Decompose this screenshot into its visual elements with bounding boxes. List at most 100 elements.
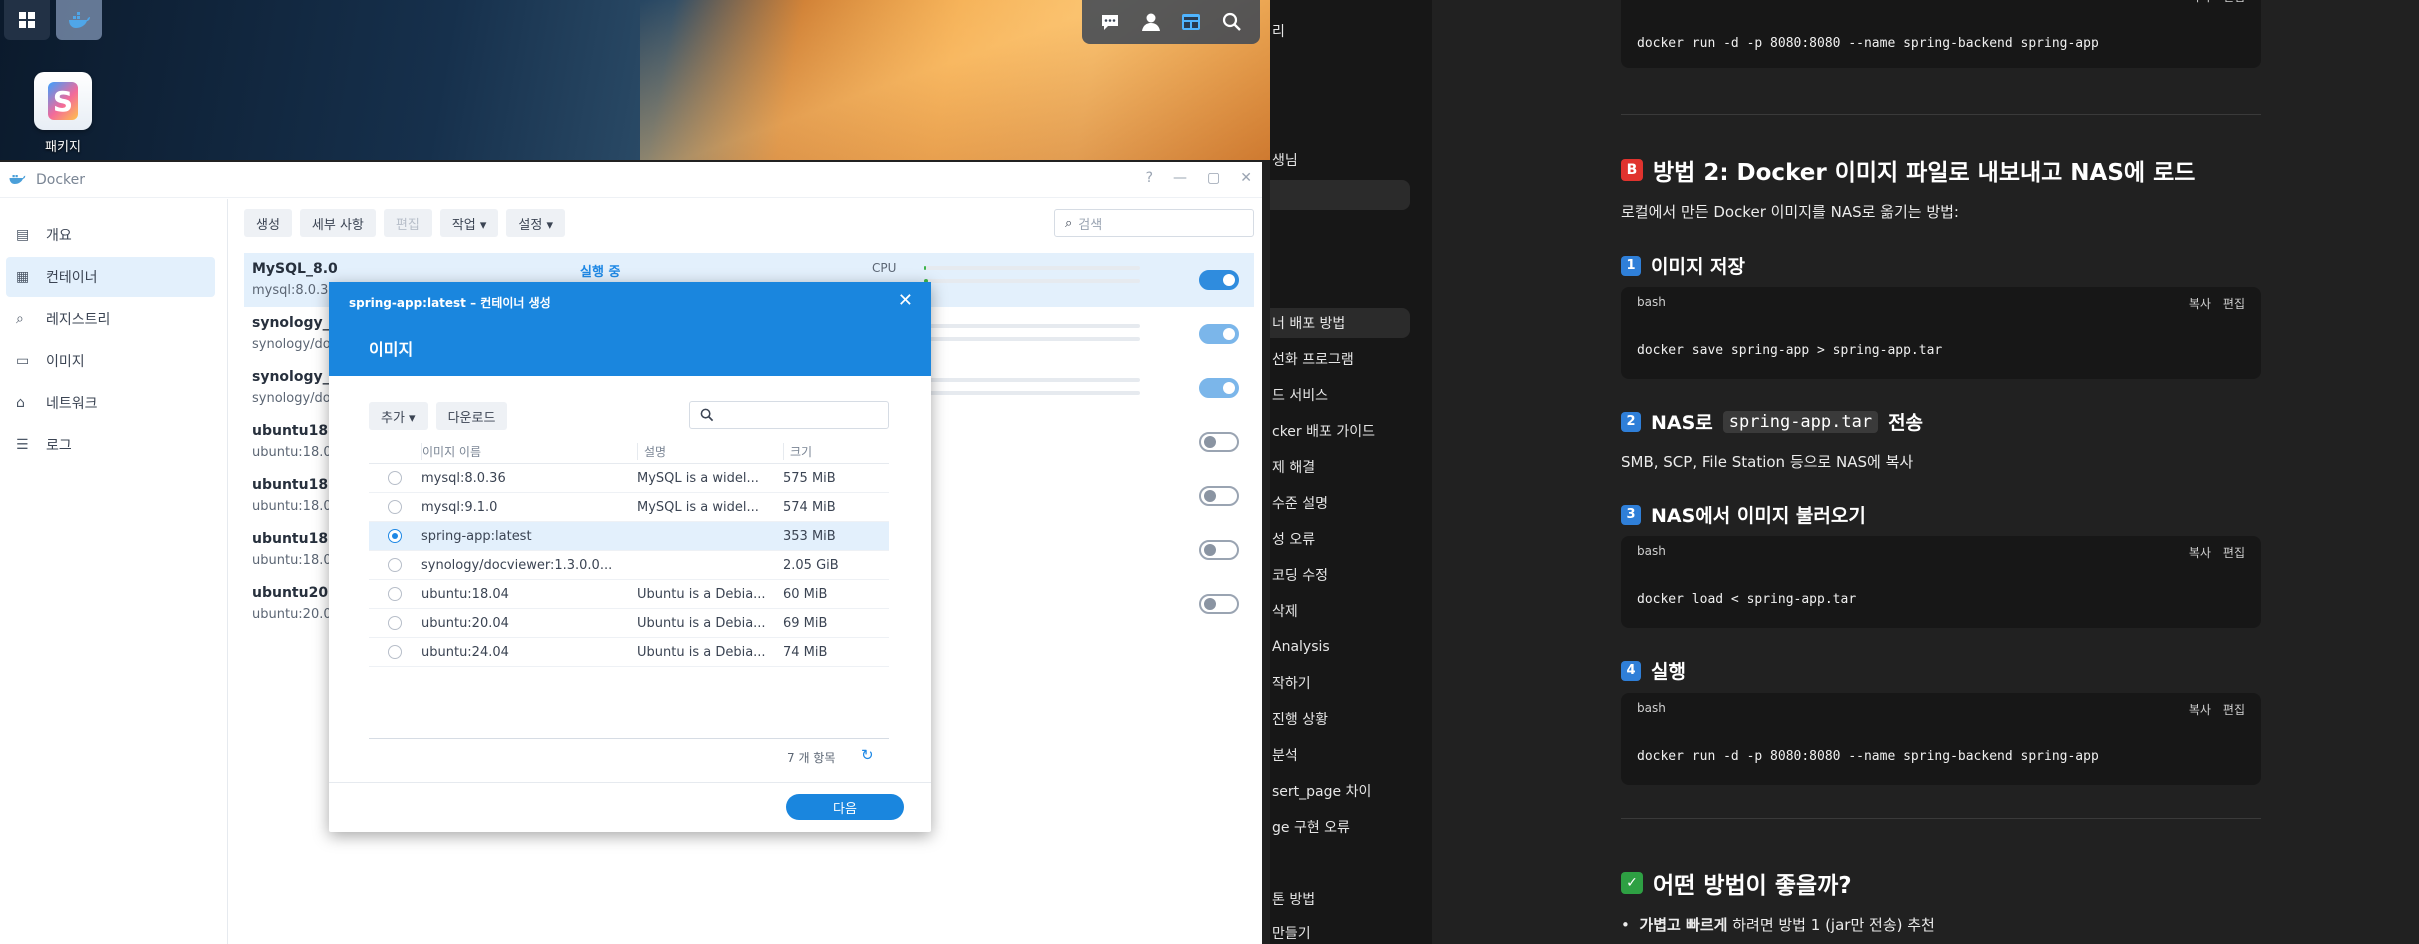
list-item-text: 하려면 방법 1 (jar만 전송) 추천 <box>1732 916 1935 934</box>
history-item[interactable]: Analysis <box>1270 632 1410 662</box>
history-item[interactable]: 성 오류 <box>1270 524 1410 554</box>
history-item[interactable]: 분석 <box>1270 740 1410 770</box>
history-item[interactable]: 제 해결 <box>1270 452 1410 482</box>
container-search-input[interactable]: ⌕ 검색 <box>1054 209 1254 237</box>
edit-button[interactable]: 편집 <box>383 209 432 237</box>
edit-button[interactable]: 편집 <box>2223 295 2245 312</box>
action-dropdown[interactable]: 작업 ▾ <box>439 209 499 237</box>
image-name: synology/docviewer:1.3.0.0... <box>421 557 613 573</box>
history-item[interactable]: 너 배포 방법 <box>1270 308 1410 338</box>
table-row[interactable]: ubuntu:24.04 Ubuntu is a Debia... 74 MiB <box>369 638 889 667</box>
row-radio[interactable] <box>388 645 402 659</box>
history-item[interactable]: 선화 프로그램 <box>1270 344 1410 374</box>
copy-button[interactable]: 복사 <box>2189 544 2211 561</box>
sidebar-item-network[interactable]: ⌂ 네트워크 <box>6 383 215 423</box>
history-item[interactable]: 생님 <box>1270 145 1410 175</box>
container-toggle[interactable] <box>1199 432 1239 452</box>
window-titlebar[interactable]: Docker <box>0 162 1262 198</box>
copy-button[interactable]: 복사 <box>2189 0 2211 5</box>
row-radio[interactable] <box>388 558 402 572</box>
column-header-desc[interactable]: 설명 <box>637 443 783 460</box>
container-toggle[interactable] <box>1199 378 1239 398</box>
image-size: 60 MiB <box>783 586 828 602</box>
row-radio[interactable] <box>388 587 402 601</box>
history-item[interactable]: 만들기 <box>1270 918 1410 944</box>
history-item[interactable]: 드 서비스 <box>1270 380 1410 410</box>
image-size: 69 MiB <box>783 615 828 631</box>
container-toggle[interactable] <box>1199 324 1239 344</box>
details-button[interactable]: 세부 사항 <box>299 209 376 237</box>
table-row[interactable]: ubuntu:20.04 Ubuntu is a Debia... 69 MiB <box>369 609 889 638</box>
history-item[interactable]: 수준 설명 <box>1270 488 1410 518</box>
settings-dropdown[interactable]: 설정 ▾ <box>506 209 565 237</box>
add-dropdown[interactable]: 추가 ▾ <box>369 402 428 430</box>
window-title: Docker <box>36 171 86 188</box>
history-item[interactable]: 작하기 <box>1270 668 1410 698</box>
download-button[interactable]: 다운로드 <box>435 402 508 430</box>
container-name: ubuntu20. <box>252 585 334 601</box>
history-item[interactable]: sert_page 차이 <box>1270 776 1410 806</box>
docker-taskbar-button[interactable] <box>56 0 102 40</box>
close-icon[interactable]: ✕ <box>898 290 913 311</box>
search-icon[interactable] <box>1219 9 1245 35</box>
next-button[interactable]: 다음 <box>786 794 904 820</box>
edit-button[interactable]: 편집 <box>2223 544 2245 561</box>
image-search-input[interactable] <box>689 401 889 429</box>
column-header-name[interactable]: 이미지 이름 <box>421 443 637 460</box>
history-item[interactable]: 삭제 <box>1270 596 1410 626</box>
copy-button[interactable]: 복사 <box>2189 295 2211 312</box>
widgets-icon[interactable] <box>1178 9 1204 35</box>
container-image: ubuntu:18.0 <box>252 445 332 460</box>
history-item[interactable]: cker 배포 가이드 <box>1270 416 1410 446</box>
container-toggle[interactable] <box>1199 594 1239 614</box>
table-row[interactable]: synology/docviewer:1.3.0.0... 2.05 GiB <box>369 551 889 580</box>
table-row[interactable]: mysql:8.0.36 MySQL is a widel... 575 MiB <box>369 464 889 493</box>
sidebar-item-overview[interactable]: ▤ 개요 <box>6 215 215 255</box>
close-icon[interactable]: ✕ <box>1240 170 1252 186</box>
refresh-icon[interactable]: ↻ <box>861 746 874 764</box>
history-item[interactable]: 톤 방법 <box>1270 884 1410 914</box>
row-radio[interactable] <box>388 500 402 514</box>
package-icon: S <box>34 72 92 130</box>
help-icon[interactable]: ? <box>1146 170 1153 186</box>
heading-text: 이미지 저장 <box>1651 256 1746 278</box>
sidebar-item-image[interactable]: ▭ 이미지 <box>6 341 215 381</box>
table-row[interactable]: ubuntu:18.04 Ubuntu is a Debia... 60 MiB <box>369 580 889 609</box>
row-radio[interactable] <box>388 471 402 485</box>
sidebar-item-container[interactable]: ▦ 컨테이너 <box>6 257 215 297</box>
user-icon[interactable] <box>1138 9 1164 35</box>
history-item[interactable]: 진행 상황 <box>1270 704 1410 734</box>
maximize-icon[interactable]: ▢ <box>1207 170 1220 186</box>
code-text: docker run -d -p 8080:8080 --name spring… <box>1637 36 2099 51</box>
sidebar-item-log[interactable]: ☰ 로그 <box>6 425 215 465</box>
container-toggle[interactable] <box>1199 540 1239 560</box>
history-item[interactable]: ge 구현 오류 <box>1270 812 1410 842</box>
sidebar-item-registry[interactable]: ⌕ 레지스트리 <box>6 299 215 339</box>
edit-button[interactable]: 편집 <box>2223 701 2245 718</box>
image-icon: ▭ <box>16 353 30 369</box>
code-language: bash <box>1637 544 1666 558</box>
history-item[interactable] <box>1270 180 1410 210</box>
main-menu-button[interactable] <box>4 0 50 40</box>
create-button[interactable]: 생성 <box>244 209 292 237</box>
number-badge: 2 <box>1621 411 1641 432</box>
history-item[interactable] <box>1270 848 1410 878</box>
package-center-desktop-icon[interactable]: S 패키지 <box>30 72 96 155</box>
history-item[interactable]: 리 <box>1270 16 1410 46</box>
row-radio[interactable] <box>388 616 402 630</box>
history-item[interactable]: 코딩 수정 <box>1270 560 1410 590</box>
chat-icon[interactable] <box>1097 9 1123 35</box>
copy-button[interactable]: 복사 <box>2189 701 2211 718</box>
edit-button[interactable]: 편집 <box>2223 0 2245 5</box>
heading-text: 방법 2: Docker 이미지 파일로 내보내고 NAS에 로드 <box>1653 160 2196 186</box>
container-toggle[interactable] <box>1199 486 1239 506</box>
table-row[interactable]: mysql:9.1.0 MySQL is a widel... 574 MiB <box>369 493 889 522</box>
table-row[interactable]: spring-app:latest 353 MiB <box>369 522 889 551</box>
bullet-icon: • <box>1621 916 1630 934</box>
container-toggle[interactable] <box>1199 270 1239 290</box>
row-radio[interactable] <box>388 529 402 543</box>
column-header-size[interactable]: 크기 <box>783 443 889 460</box>
minimize-icon[interactable]: — <box>1173 170 1187 186</box>
grid-icon <box>19 12 35 28</box>
search-placeholder: 검색 <box>1078 217 1103 233</box>
